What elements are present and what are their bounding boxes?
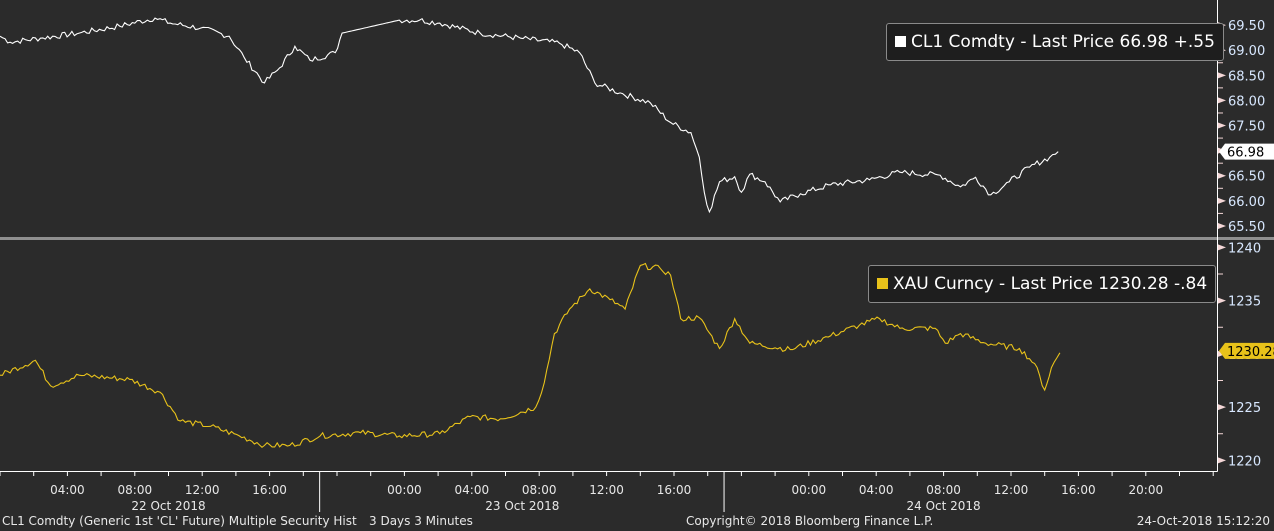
cl1-legend: CL1 Comdty - Last Price 66.98 +.55 — [886, 23, 1224, 61]
x-tick-label: 04:00 — [455, 483, 490, 497]
cl1-ytick — [1218, 72, 1226, 79]
x-tick-label: 12:00 — [994, 483, 1029, 497]
cl1-ytick — [1218, 122, 1226, 129]
xau-ytick — [1218, 244, 1226, 251]
x-tick-label: 08:00 — [926, 483, 961, 497]
x-tick-label: 20:00 — [1129, 483, 1164, 497]
x-tick-label: 00:00 — [792, 483, 827, 497]
xau-ytick-label: 1235 — [1228, 295, 1261, 310]
cl1-last-price-tag-label: 66.98 — [1227, 146, 1264, 161]
xau-ytick-label: 1240 — [1228, 241, 1261, 256]
cl1-ytick-label: 68.50 — [1228, 69, 1265, 84]
x-tick-label: 04:00 — [50, 483, 85, 497]
cl1-ytick — [1218, 172, 1226, 179]
cl1-ytick-label: 65.50 — [1228, 220, 1265, 235]
x-tick-label: 04:00 — [859, 483, 894, 497]
x-tick-label: 16:00 — [252, 483, 287, 497]
xau-ytick — [1218, 404, 1226, 411]
cl1-ytick — [1218, 197, 1226, 204]
footer-description: CL1 Comdty (Generic 1st 'CL' Future) Mul… — [2, 514, 357, 528]
cl1-legend-swatch-icon — [895, 36, 906, 47]
cl1-ytick-label: 69.50 — [1228, 19, 1265, 34]
xau-legend-label: XAU Curncy - Last Price 1230.28 -.84 — [893, 274, 1208, 294]
cl1-ytick-label: 68.00 — [1228, 94, 1265, 109]
cl1-legend-label: CL1 Comdty - Last Price 66.98 +.55 — [911, 32, 1215, 52]
footer-timestamp: 24-Oct-2018 15:12:20 — [1136, 514, 1270, 528]
footer-copyright: Copyright© 2018 Bloomberg Finance L.P. — [686, 514, 934, 528]
xau-last-price-tag-label: 1230.28 — [1227, 345, 1274, 360]
x-date-label: 24 Oct 2018 — [907, 499, 981, 513]
cl1-ytick-label: 67.50 — [1228, 120, 1265, 135]
x-tick-label: 12:00 — [185, 483, 220, 497]
x-tick-label: 08:00 — [118, 483, 153, 497]
x-tick-label: 08:00 — [522, 483, 557, 497]
xau-ytick-label: 1220 — [1228, 454, 1261, 469]
cl1-ytick — [1218, 97, 1226, 104]
x-tick-label: 12:00 — [589, 483, 624, 497]
x-date-label: 23 Oct 2018 — [485, 499, 559, 513]
x-tick-label: 16:00 — [657, 483, 692, 497]
x-tick-label: 00:00 — [387, 483, 422, 497]
xau-ytick — [1218, 457, 1226, 464]
xau-legend-swatch-icon — [877, 278, 888, 289]
footer-period: 3 Days 3 Minutes — [369, 514, 473, 528]
xau-ytick-label: 1225 — [1228, 401, 1261, 416]
xau-ytick — [1218, 297, 1226, 304]
cl1-ytick-label: 69.00 — [1228, 44, 1265, 59]
x-tick-label: 16:00 — [1061, 483, 1096, 497]
cl1-ytick-label: 66.50 — [1228, 170, 1265, 185]
cl1-ytick-label: 66.00 — [1228, 195, 1265, 210]
x-date-label: 22 Oct 2018 — [131, 499, 205, 513]
xau-legend: XAU Curncy - Last Price 1230.28 -.84 — [868, 265, 1217, 303]
x-axis: 04:00 08:00 12:00 16:00 00:00 04:00 08:00 12:00… — [0, 472, 1214, 513]
cl1-ytick — [1218, 222, 1226, 229]
